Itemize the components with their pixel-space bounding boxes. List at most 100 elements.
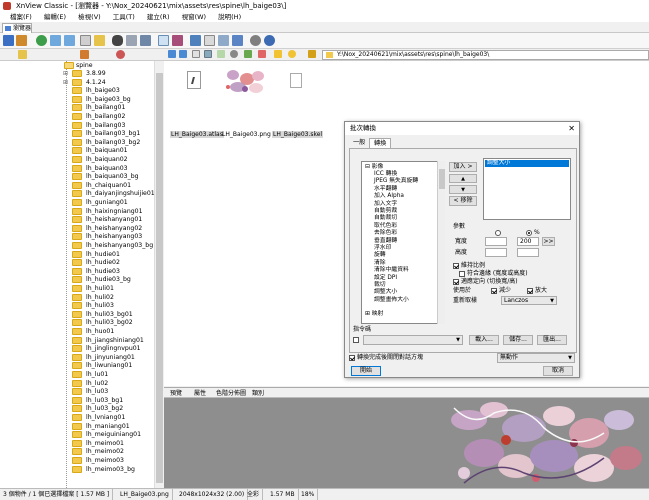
file-item[interactable]: LH_Baige03.atlas [170, 71, 224, 138]
scrollbar-thumb[interactable] [156, 73, 163, 483]
height-percent-input[interactable] [517, 248, 539, 257]
forward-icon[interactable] [64, 35, 75, 46]
fit-checkbox[interactable] [459, 271, 465, 277]
operation-item[interactable]: 取代色彩 [374, 223, 397, 230]
menu-help[interactable]: 說明(H) [218, 12, 241, 22]
portrait-checkbox[interactable] [453, 279, 459, 285]
enlarge-checkbox[interactable] [527, 288, 533, 294]
tree-node-image[interactable]: ⊟ 影像 [365, 164, 383, 171]
expand-icon[interactable]: ⊞ [63, 78, 68, 87]
tree-item[interactable]: lh_meimo03_bg [72, 465, 135, 474]
percent-radio[interactable] [526, 230, 532, 236]
close-icon[interactable]: ✕ [568, 123, 575, 134]
move-down-button[interactable]: ▼ [449, 185, 477, 194]
cancel-button[interactable]: 取消 [543, 366, 573, 376]
remove-button[interactable]: < 移除 [449, 196, 477, 206]
folder-up-icon[interactable] [94, 35, 105, 46]
tree-node-map[interactable]: ⊞ 映射 [365, 311, 383, 318]
operation-item[interactable]: 旋轉 [374, 252, 386, 259]
tab-preview[interactable]: 預覽 [170, 389, 182, 398]
grid-icon[interactable] [232, 35, 243, 46]
operation-item[interactable]: 自動裁切 [374, 215, 397, 222]
operations-tree[interactable]: ⊟ 影像 ICC 轉換 JPEG 無失真旋轉 水平翻轉 加入 Alpha 加入文字 自動剪… [361, 161, 445, 324]
action-select[interactable]: 無動作 ▼ [497, 353, 575, 363]
tab-browser[interactable]: 瀏覽器 [2, 23, 32, 33]
file-item[interactable]: LH_Baige03.png [222, 67, 271, 138]
nav-back-icon[interactable] [168, 50, 176, 58]
path-input[interactable]: Y:\Nox_20240621\mix\assets\res\spine\lh_… [322, 50, 649, 60]
nav-forward-icon[interactable] [179, 50, 187, 58]
select-icon[interactable] [217, 50, 225, 58]
close-on-finish-checkbox[interactable] [349, 355, 355, 361]
operation-item[interactable]: 清除 [374, 260, 386, 267]
add-button[interactable]: 加入 > [449, 162, 477, 172]
tab-general[interactable]: 一般 [349, 138, 369, 148]
color-label-icon[interactable] [258, 50, 266, 58]
menu-edit[interactable]: 編輯(E) [44, 12, 66, 22]
export-button[interactable]: 匯出... [537, 335, 567, 345]
monitor-icon[interactable] [190, 35, 201, 46]
info-icon[interactable] [264, 35, 275, 46]
thumbnail-view-icon[interactable] [80, 35, 91, 46]
star-icon[interactable] [308, 50, 316, 58]
operation-item[interactable]: 清除中繼資料 [374, 267, 409, 274]
operation-item[interactable]: 加入 Alpha [374, 193, 404, 200]
shrink-checkbox[interactable] [491, 288, 497, 294]
operation-item[interactable]: 水平翻轉 [374, 186, 397, 193]
move-up-button[interactable]: ▲ [449, 174, 477, 183]
folders-icon[interactable] [18, 50, 27, 59]
operation-item[interactable]: 設定 DPI [374, 275, 397, 282]
menu-create[interactable]: 建立(R) [147, 12, 170, 22]
start-button[interactable]: 開始 [351, 366, 381, 376]
rating-icon[interactable] [288, 50, 296, 58]
tree-scrollbar[interactable] [154, 61, 163, 488]
categories-icon[interactable] [116, 50, 125, 59]
sort-icon[interactable] [230, 50, 238, 58]
more-button[interactable]: >> [542, 237, 555, 246]
operation-item[interactable]: ICC 轉換 [374, 171, 397, 178]
binoculars-icon[interactable] [112, 35, 123, 46]
selected-operations-list[interactable]: 調整大小 [483, 158, 571, 220]
slideshow-icon[interactable] [172, 35, 183, 46]
tag-icon[interactable] [244, 50, 252, 58]
operations-scrollbar[interactable] [437, 161, 445, 324]
save-button[interactable]: 儲存... [503, 335, 533, 345]
browser-icon[interactable] [3, 35, 14, 46]
tab-properties[interactable]: 屬性 [194, 389, 206, 398]
menu-file[interactable]: 檔案(F) [10, 12, 32, 22]
operation-item[interactable]: 自動剪裁 [374, 208, 397, 215]
favorites-icon[interactable] [80, 50, 89, 59]
pixel-radio[interactable] [495, 230, 501, 236]
scrollbar-thumb[interactable] [439, 169, 445, 189]
height-pixel-input[interactable] [485, 248, 507, 257]
script-checkbox[interactable] [353, 337, 359, 343]
menu-view[interactable]: 檢視(V) [78, 12, 101, 22]
refresh-icon[interactable] [36, 35, 47, 46]
list-item[interactable]: 調整大小 [485, 160, 569, 167]
back-icon[interactable] [50, 35, 61, 46]
operation-item[interactable]: 垂直翻轉 [374, 238, 397, 245]
operation-item[interactable]: 加入文字 [374, 201, 397, 208]
operation-item[interactable]: 調整大小 [374, 289, 397, 296]
view-mode-icon[interactable] [192, 50, 200, 58]
multipage-icon[interactable] [218, 35, 229, 46]
keep-ratio-checkbox[interactable] [453, 263, 459, 269]
list-icon[interactable] [204, 50, 212, 58]
gear-icon[interactable] [250, 35, 261, 46]
convert-icon[interactable] [204, 35, 215, 46]
scan-icon[interactable] [140, 35, 151, 46]
operation-item[interactable]: 去除色彩 [374, 230, 397, 237]
tab-histogram[interactable]: 色階分佈圖 [216, 389, 246, 398]
width-pixel-input[interactable] [485, 237, 507, 246]
print-icon[interactable] [126, 35, 137, 46]
file-item[interactable]: LH_Baige03.skel [272, 73, 324, 138]
operation-item[interactable]: JPEG 無失真旋轉 [374, 178, 418, 185]
tab-categories[interactable]: 類別 [252, 389, 264, 398]
menu-window[interactable]: 視窗(W) [182, 12, 207, 22]
resample-select[interactable]: Lanczos ▼ [501, 296, 557, 305]
operation-item[interactable]: 裁切 [374, 282, 386, 289]
fullscreen-icon[interactable] [158, 35, 169, 46]
menu-tools[interactable]: 工具(T) [113, 12, 135, 22]
operation-item[interactable]: 浮水印 [374, 245, 391, 252]
open-icon[interactable] [16, 35, 27, 46]
